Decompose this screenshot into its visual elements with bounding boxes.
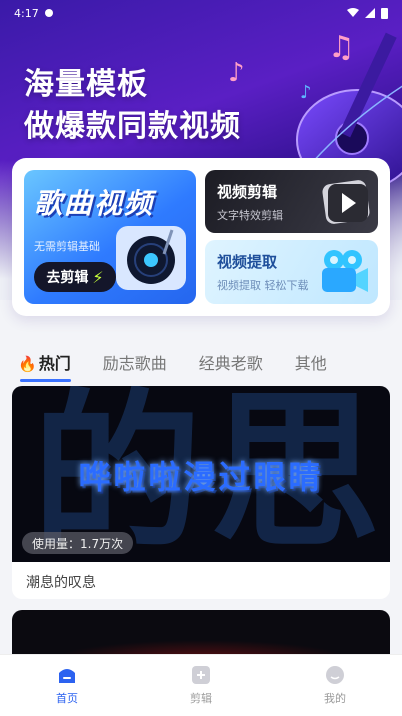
music-note-icon: ♫ xyxy=(328,30,355,65)
wifi-icon xyxy=(347,8,359,17)
profile-icon xyxy=(326,666,344,684)
song-video-subtitle: 无需剪辑基础 xyxy=(34,240,100,253)
nav-profile-label: 我的 xyxy=(324,692,346,705)
nav-edit-label: 剪辑 xyxy=(190,692,212,705)
video-extract-subtitle: 视频提取 轻松下载 xyxy=(217,279,309,292)
song-video-title: 歌曲视频 xyxy=(34,187,155,220)
hero-title-line2: 做爆款同款视频 xyxy=(24,109,241,144)
tab-inspirational-songs[interactable]: 励志歌曲 xyxy=(103,350,167,374)
tab-classic-oldies[interactable]: 经典老歌 xyxy=(199,350,263,374)
tab-hot[interactable]: 🔥 热门 xyxy=(18,350,71,382)
video-template-card[interactable]: 的 思 哗啦啦漫过眼睛 使用量：1.7万次 潮息的叹息 xyxy=(12,386,390,599)
video-camera-icon xyxy=(322,250,368,292)
video-edit-title: 视频剪辑 xyxy=(217,183,278,201)
status-bar: 4:17 xyxy=(14,6,388,20)
music-note-icon: ♪ xyxy=(300,82,312,103)
battery-icon xyxy=(381,8,388,19)
video-extract-title: 视频提取 xyxy=(217,253,278,271)
lightning-icon: ⚡ xyxy=(92,267,104,287)
feature-panel: 歌曲视频 无需剪辑基础 去剪辑 ⚡ 视频剪辑 文字特效剪辑 视频提取 视频提取 … xyxy=(12,158,390,316)
usage-badge: 使用量：1.7万次 xyxy=(22,532,134,554)
video-overlay-text: 哗啦啦漫过眼睛 xyxy=(78,458,324,496)
bottom-nav: 首页 剪辑 我的 xyxy=(0,654,402,716)
video-extract-card[interactable]: 视频提取 视频提取 轻松下载 xyxy=(205,240,378,304)
nav-home[interactable]: 首页 xyxy=(0,655,134,716)
go-edit-label: 去剪辑 xyxy=(46,270,89,286)
go-edit-button[interactable]: 去剪辑 ⚡ xyxy=(34,262,116,292)
category-tabs: 🔥 热门 励志歌曲 经典老歌 其他 xyxy=(18,350,327,382)
status-time: 4:17 xyxy=(14,6,39,20)
nav-edit[interactable]: 剪辑 xyxy=(134,655,268,716)
fire-icon: 🔥 xyxy=(18,355,37,373)
video-thumbnail: 的 思 哗啦啦漫过眼睛 使用量：1.7万次 xyxy=(12,386,390,562)
signal-icon xyxy=(365,8,375,18)
play-icon xyxy=(322,180,370,224)
tab-other[interactable]: 其他 xyxy=(295,350,327,374)
notification-icon xyxy=(44,9,53,17)
hero-title: 海量模板 做爆款同款视频 xyxy=(24,64,241,148)
record-player-icon xyxy=(116,226,186,290)
nav-profile[interactable]: 我的 xyxy=(268,655,402,716)
hero-title-line1: 海量模板 xyxy=(24,67,148,102)
video-edit-card[interactable]: 视频剪辑 文字特效剪辑 xyxy=(205,170,378,233)
song-video-card[interactable]: 歌曲视频 无需剪辑基础 去剪辑 ⚡ xyxy=(24,170,196,304)
edit-plus-icon xyxy=(192,666,210,684)
template-feed: 🔥 热门 励志歌曲 经典老歌 其他 的 思 哗啦啦漫过眼睛 使用量：1.7万次 潮… xyxy=(0,336,402,670)
video-caption: 潮息的叹息 xyxy=(26,575,96,591)
video-edit-subtitle: 文字特效剪辑 xyxy=(217,209,283,222)
home-icon xyxy=(59,669,75,683)
nav-home-label: 首页 xyxy=(56,692,78,705)
tab-hot-label: 热门 xyxy=(38,354,71,373)
